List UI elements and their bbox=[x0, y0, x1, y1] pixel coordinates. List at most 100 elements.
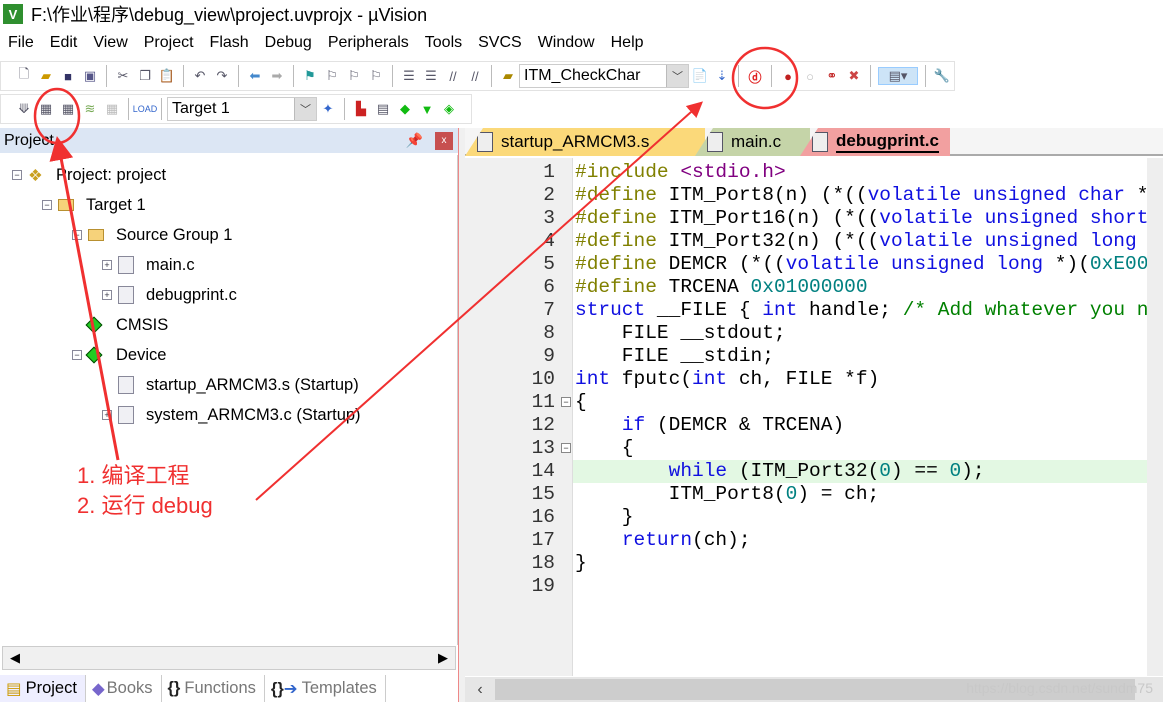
configure-icon[interactable]: 🔧 bbox=[933, 67, 951, 85]
expander-icon[interactable]: − bbox=[72, 350, 82, 360]
redo-icon[interactable]: ↷ bbox=[213, 67, 231, 85]
fold-toggle-icon[interactable]: − bbox=[561, 443, 571, 453]
software-packs-icon[interactable]: ◈ bbox=[440, 100, 458, 118]
tree-item[interactable]: − Device bbox=[72, 343, 166, 367]
start-debug-icon[interactable]: ⓓ bbox=[746, 67, 764, 85]
expander-icon[interactable]: + bbox=[102, 290, 112, 300]
tab-books[interactable]: ◆ Books bbox=[86, 675, 162, 702]
cut-icon[interactable]: ✂ bbox=[114, 67, 132, 85]
rebuild-icon[interactable]: ▦ bbox=[59, 100, 77, 118]
chevron-down-icon[interactable]: ﹀ bbox=[666, 65, 688, 87]
manage-rte-icon[interactable]: ◆ bbox=[396, 100, 414, 118]
menu-help[interactable]: Help bbox=[603, 31, 652, 57]
code-text: int fputc(int ch, FILE *f) bbox=[575, 368, 879, 391]
editor-tab[interactable]: debugprint.c bbox=[800, 128, 950, 156]
tab-label: startup_ARMCM3.s bbox=[501, 132, 650, 151]
code-token: ITM_Port8( bbox=[575, 483, 786, 505]
uncomment-icon[interactable]: // bbox=[466, 67, 484, 85]
menu-file[interactable]: File bbox=[0, 31, 42, 57]
find-icon[interactable]: ⇣ bbox=[713, 67, 731, 85]
tree-item[interactable]: + system_ARMCM3.c (Startup) bbox=[102, 403, 361, 427]
menu-svcs[interactable]: SVCS bbox=[470, 31, 530, 57]
code-token: __FILE { bbox=[645, 299, 763, 321]
save-all-icon[interactable]: ▣ bbox=[81, 67, 99, 85]
translate-icon[interactable]: ⟱ bbox=[15, 100, 33, 118]
expander-icon[interactable]: − bbox=[12, 170, 22, 180]
editor-tab[interactable]: startup_ARMCM3.s bbox=[465, 128, 705, 156]
disable-all-breakpoints-icon[interactable]: ⚭ bbox=[823, 67, 841, 85]
tree-item[interactable]: + debugprint.c bbox=[102, 283, 237, 307]
menu-flash[interactable]: Flash bbox=[202, 31, 257, 57]
stop-build-icon[interactable]: ▦ bbox=[103, 100, 121, 118]
expander-icon[interactable]: − bbox=[42, 200, 52, 210]
pin-icon[interactable]: 📌 bbox=[406, 132, 423, 149]
function-combo[interactable]: ITM_CheckChar ﹀ bbox=[519, 64, 689, 88]
line-number: 14 bbox=[531, 460, 555, 482]
options-for-target-icon[interactable]: ✦ bbox=[319, 100, 337, 118]
tab-templates[interactable]: {}➔ Templates bbox=[265, 675, 386, 702]
unindent-icon[interactable]: ☰ bbox=[422, 67, 440, 85]
tree-item[interactable]: CMSIS bbox=[72, 313, 168, 337]
tree-item[interactable]: − ❖ Project: project bbox=[12, 163, 166, 187]
scroll-left-icon[interactable]: ◀ bbox=[3, 650, 27, 666]
breakpoint-icon[interactable]: ● bbox=[779, 67, 797, 85]
tree-item[interactable]: − Source Group 1 bbox=[72, 223, 232, 247]
tree-item[interactable]: + main.c bbox=[102, 253, 195, 277]
load-icon[interactable]: LOAD bbox=[133, 100, 158, 118]
build-icon[interactable]: ▦ bbox=[37, 100, 55, 118]
code-line: 18} bbox=[465, 552, 1163, 575]
project-horizontal-scrollbar[interactable]: ◀ ▶ bbox=[2, 646, 456, 670]
window-layout-icon[interactable]: ▤▾ bbox=[878, 67, 918, 85]
nav-forward-icon[interactable]: ➡ bbox=[268, 67, 286, 85]
menu-edit[interactable]: Edit bbox=[42, 31, 86, 57]
nav-back-icon[interactable]: ⬅ bbox=[246, 67, 264, 85]
save-icon[interactable]: ■ bbox=[59, 67, 77, 85]
undo-icon[interactable]: ↶ bbox=[191, 67, 209, 85]
manage-components-icon[interactable]: ▙ bbox=[352, 100, 370, 118]
pack-installer-icon[interactable]: ▼ bbox=[418, 100, 436, 118]
prev-bookmark-icon[interactable]: ⚐ bbox=[323, 67, 341, 85]
editor-tab[interactable]: main.c bbox=[695, 128, 810, 156]
panel-splitter[interactable] bbox=[458, 128, 465, 702]
close-icon[interactable]: x bbox=[435, 131, 453, 150]
menu-peripherals[interactable]: Peripherals bbox=[320, 31, 417, 57]
menu-debug[interactable]: Debug bbox=[257, 31, 320, 57]
code-text: if (DEMCR & TRCENA) bbox=[575, 414, 844, 437]
bookmark-icon[interactable]: ⚑ bbox=[301, 67, 319, 85]
target-combo[interactable]: Target 1 ﹀ bbox=[167, 97, 317, 121]
code-line: 17 return(ch); bbox=[465, 529, 1163, 552]
file-icon bbox=[812, 132, 828, 152]
fold-toggle-icon[interactable]: − bbox=[561, 397, 571, 407]
scroll-left-icon[interactable]: ‹ bbox=[465, 681, 495, 699]
copy-icon[interactable]: ❐ bbox=[136, 67, 154, 85]
select-packs-icon[interactable]: ▤ bbox=[374, 100, 392, 118]
menu-project[interactable]: Project bbox=[136, 31, 202, 57]
expander-icon[interactable]: − bbox=[72, 230, 82, 240]
next-bookmark-icon[interactable]: ⚐ bbox=[345, 67, 363, 85]
chevron-down-icon[interactable]: ﹀ bbox=[294, 98, 316, 120]
tree-item[interactable]: startup_ARMCM3.s (Startup) bbox=[102, 373, 359, 397]
new-file-icon[interactable]: 🗋 bbox=[15, 66, 33, 85]
menu-tools[interactable]: Tools bbox=[417, 31, 470, 57]
expander-icon[interactable]: + bbox=[102, 260, 112, 270]
tab-project[interactable]: ▤ Project bbox=[0, 675, 86, 702]
comment-icon[interactable]: // bbox=[444, 67, 462, 85]
scroll-right-icon[interactable]: ▶ bbox=[431, 650, 455, 666]
menu-window[interactable]: Window bbox=[530, 31, 603, 57]
incremental-find-icon[interactable]: 📄 bbox=[691, 67, 709, 85]
expander-icon[interactable]: + bbox=[102, 410, 112, 420]
code-editor[interactable]: 1 #include <stdio.h> 2 #define ITM_Port8(n)… bbox=[465, 158, 1163, 676]
batch-build-icon[interactable]: ≋ bbox=[81, 100, 99, 118]
tree-item[interactable]: − Target 1 bbox=[42, 193, 146, 217]
paste-icon[interactable]: 📋 bbox=[158, 67, 176, 85]
tab-functions[interactable]: {} Functions bbox=[162, 675, 265, 702]
kill-breakpoints-icon[interactable]: ✖ bbox=[845, 67, 863, 85]
indent-icon[interactable]: ☰ bbox=[400, 67, 418, 85]
disable-breakpoint-icon[interactable]: ○ bbox=[801, 67, 819, 85]
open-icon[interactable]: ▰ bbox=[37, 67, 55, 85]
find-in-files-icon[interactable]: ▰ bbox=[499, 67, 517, 85]
menu-view[interactable]: View bbox=[85, 31, 135, 57]
clear-bookmarks-icon[interactable]: ⚐ bbox=[367, 67, 385, 85]
editor-vertical-scrollbar[interactable] bbox=[1147, 158, 1163, 676]
file-toolbar: 🗋 ▰ ■ ▣ ✂ ❐ 📋 ↶ ↷ ⬅ ➡ ⚑ ⚐ ⚐ ⚐ ☰ ☰ // // … bbox=[0, 61, 955, 91]
